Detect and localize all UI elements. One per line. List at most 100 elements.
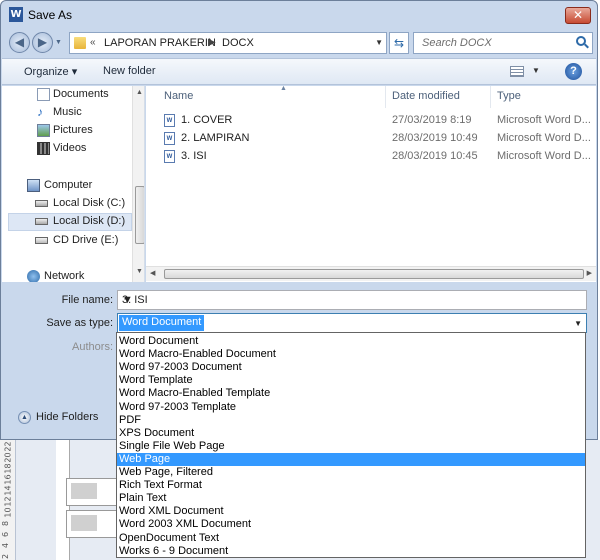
file-list-scrollbar[interactable]: ◀ ▶ [146,266,596,281]
dropdown-option[interactable]: Plain Text [117,492,585,505]
breadcrumb-separator[interactable]: ▶ [208,37,216,48]
column-label: Type [497,90,521,102]
page-thumbnail [66,510,118,538]
scroll-down-arrow[interactable]: ▼ [136,268,143,275]
scroll-left-arrow[interactable]: ◀ [150,269,155,277]
column-header-type[interactable]: Type [491,86,596,108]
save-as-type-dropdown-list: Word Document Word Macro-Enabled Document… [116,332,586,558]
drive-icon [35,218,48,225]
filename-field[interactable]: 3. ISI ▼ [117,290,587,310]
sidebar-item-label: Pictures [53,124,93,136]
save-as-type-select[interactable]: Word Document ▼ [117,313,587,333]
dropdown-option[interactable]: Word 97-2003 Document [117,361,585,374]
search-icon[interactable] [576,36,586,46]
dropdown-option[interactable]: OpenDocument Text [117,532,585,545]
navigation-bar: ◀ ▶ ▼ « LAPORAN PRAKERIN ▶ DOCX ▼ ⇆ Sear… [1,29,597,57]
file-date: 27/03/2019 8:19 [392,114,472,126]
file-name: 1. COVER [181,114,233,126]
sidebar-item-videos[interactable]: Videos [2,140,132,158]
dropdown-option[interactable]: Word XML Document [117,505,585,518]
page-thumbnail [66,478,118,506]
address-bar[interactable]: « LAPORAN PRAKERIN ▶ DOCX ▼ [69,32,387,54]
back-button[interactable]: ◀ [9,32,30,53]
dropdown-option[interactable]: PDF [117,414,585,427]
sidebar-item-music[interactable]: ♪ Music [2,104,132,122]
ruler-mark: 16 [3,474,13,485]
file-date: 28/03/2019 10:49 [392,132,478,144]
scroll-up-arrow[interactable]: ▲ [136,89,143,96]
breadcrumb-overflow[interactable]: « [90,37,96,48]
chevron-down-icon[interactable]: ▼ [574,319,582,328]
dropdown-option[interactable]: Word 97-2003 Template [117,401,585,414]
dropdown-option[interactable]: Word Template [117,374,585,387]
pictures-icon [37,124,50,137]
view-icon[interactable] [510,66,524,77]
column-header-name[interactable]: ▲ Name [158,86,386,108]
navigation-scrollbar[interactable]: ▲ ▼ [132,86,144,282]
organize-button[interactable]: Organize ▾ [24,65,77,78]
sidebar-item-local-disk-d[interactable]: Local Disk (D:) [8,213,132,231]
documents-icon [37,88,50,101]
view-dropdown[interactable]: ▼ [532,66,540,75]
dropdown-option[interactable]: Single File Web Page [117,440,585,453]
sidebar-item-label: Network [44,270,85,282]
sidebar-item-label: Local Disk (C:) [53,197,126,209]
address-dropdown[interactable]: ▼ [375,38,383,47]
dropdown-option[interactable]: Works 6 - 9 Document [117,545,585,557]
videos-icon [37,142,50,155]
music-icon: ♪ [37,105,43,119]
sidebar-item-network[interactable]: Network [2,268,132,282]
chevron-down-icon[interactable]: ▼ [122,294,582,306]
breadcrumb-docx[interactable]: DOCX [222,37,254,49]
new-folder-button[interactable]: New folder [103,65,156,77]
dropdown-option[interactable]: Rich Text Format [117,479,585,492]
forward-button[interactable]: ▶ [32,32,53,53]
file-name: 3. ISI [181,150,207,162]
dropdown-option[interactable]: XPS Document [117,427,585,440]
help-icon[interactable]: ? [565,63,582,80]
ruler-mark: 14 [3,485,13,496]
dropdown-option[interactable]: Word Macro-Enabled Document [117,348,585,361]
file-row[interactable]: W 3. ISI 28/03/2019 10:45 Microsoft Word… [146,148,596,166]
cd-drive-icon [35,237,48,244]
file-row[interactable]: W 1. COVER 27/03/2019 8:19 Microsoft Wor… [146,112,596,130]
dropdown-option[interactable]: Word 2003 XML Document [117,518,585,531]
file-type: Microsoft Word D... [497,114,591,126]
scrollbar-thumb[interactable] [135,186,144,244]
sidebar-item-label: Computer [44,179,93,191]
breadcrumb-laporan-prakerin[interactable]: LAPORAN PRAKERIN [104,37,216,49]
column-label: Name [164,90,194,102]
sidebar-item-documents[interactable]: Documents [2,86,132,104]
sidebar-item-local-disk-c[interactable]: Local Disk (C:) [2,195,132,213]
save-as-type-value: Word Document [119,315,205,331]
recent-pages-dropdown[interactable]: ▼ [55,39,63,47]
dropdown-option[interactable]: Web Page [117,452,585,466]
scrollbar-thumb[interactable] [164,269,584,279]
file-type: Microsoft Word D... [497,150,591,162]
scroll-right-arrow[interactable]: ▶ [587,269,592,277]
column-header-date-modified[interactable]: Date modified [386,86,491,108]
dropdown-option[interactable]: Word Document [117,335,585,348]
sidebar-item-cd-drive-e[interactable]: CD Drive (E:) [2,232,132,250]
window-title: Save As [28,8,73,22]
chevron-up-icon: ▲ [18,411,31,424]
refresh-button[interactable]: ⇆ [389,32,409,54]
dropdown-option[interactable]: Word Macro-Enabled Template [117,387,585,400]
word-document-icon: W [164,132,175,145]
ruler-mark: 18 [3,463,13,474]
close-button[interactable]: ✕ [565,7,591,24]
sidebar-item-computer[interactable]: Computer [2,177,132,195]
ruler-mark: 10 [3,507,13,518]
search-input[interactable]: Search DOCX [413,32,593,54]
file-date: 28/03/2019 10:45 [392,150,478,162]
file-name: 2. LAMPIRAN [181,132,250,144]
computer-icon [27,179,40,192]
filename-label: File name: [61,294,113,306]
file-row[interactable]: W 2. LAMPIRAN 28/03/2019 10:49 Microsoft… [146,130,596,148]
dropdown-option[interactable]: Web Page, Filtered [117,466,585,479]
column-label: Date modified [392,90,460,102]
sidebar-item-pictures[interactable]: Pictures [2,122,132,140]
sidebar-item-label: Documents [53,88,109,100]
ruler-mark: 6 [1,531,11,538]
folder-icon [74,37,86,49]
